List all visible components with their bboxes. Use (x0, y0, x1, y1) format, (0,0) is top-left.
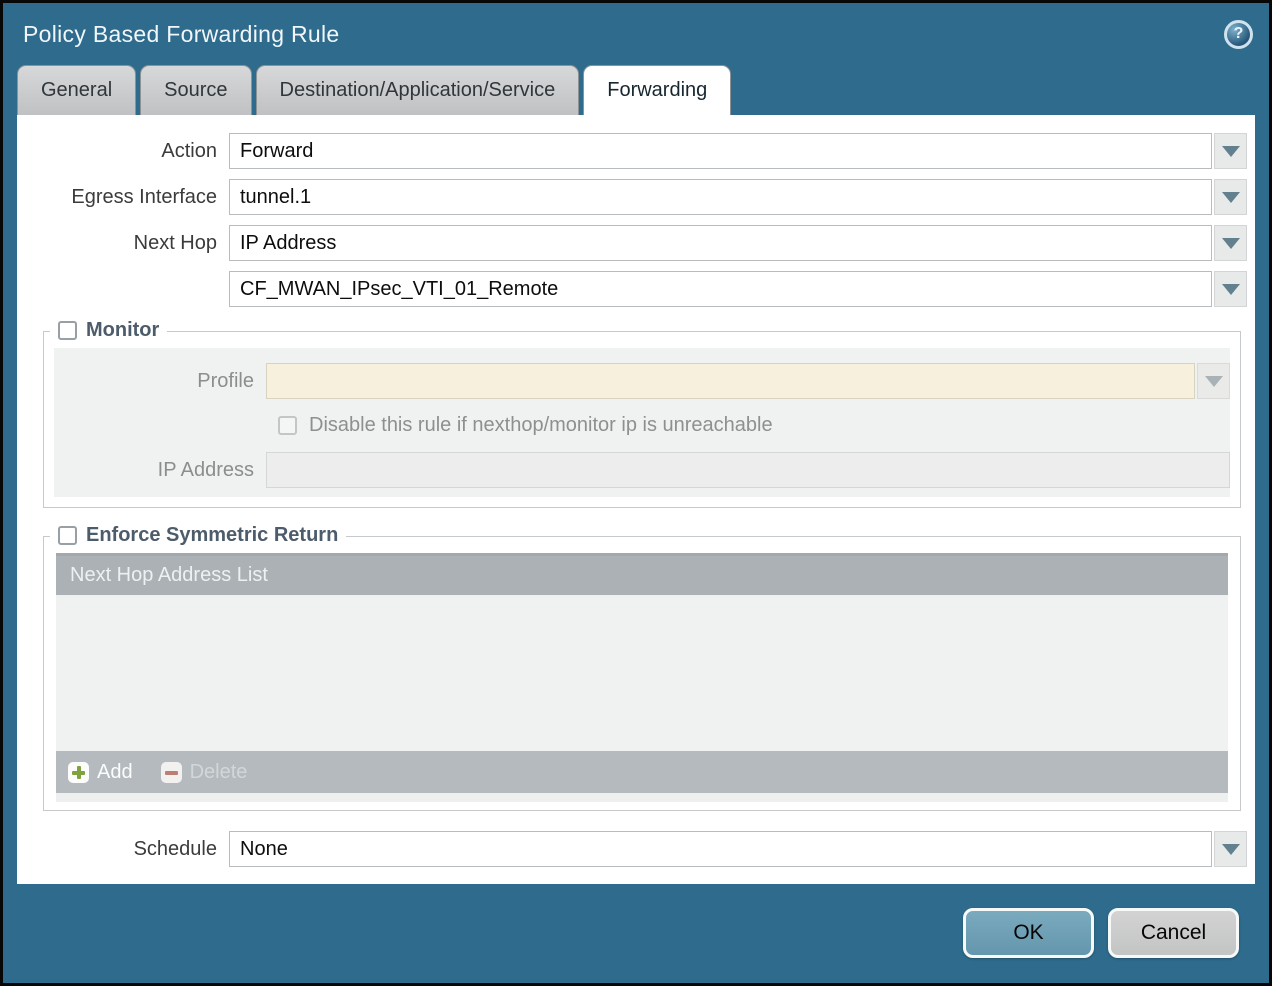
question-mark-icon: ? (1234, 25, 1244, 43)
disable-rule-label: Disable this rule if nexthop/monitor ip … (309, 414, 773, 437)
monitor-ip-address-label: IP Address (54, 459, 266, 482)
monitor-fieldset: Monitor Profile Disable this rule if nex… (43, 331, 1241, 508)
schedule-row: Schedule None (17, 831, 1247, 867)
monitor-panel: Profile Disable this rule if nexthop/mon… (54, 348, 1230, 497)
disable-rule-row: Disable this rule if nexthop/monitor ip … (278, 414, 1230, 437)
schedule-dropdown-button[interactable] (1214, 831, 1247, 867)
monitor-checkbox[interactable] (58, 321, 77, 340)
delete-icon (161, 762, 182, 783)
next-hop-address-dropdown[interactable]: CF_MWAN_IPsec_VTI_01_Remote (229, 271, 1212, 307)
chevron-down-icon (1205, 376, 1223, 387)
enforce-symmetric-return-fieldset: Enforce Symmetric Return Next Hop Addres… (43, 536, 1241, 811)
tab-source[interactable]: Source (140, 65, 251, 115)
profile-row: Profile (54, 363, 1230, 399)
title-bar: Policy Based Forwarding Rule ? (3, 3, 1269, 65)
egress-interface-label: Egress Interface (17, 186, 229, 209)
chevron-down-icon (1222, 844, 1240, 855)
action-dropdown-button[interactable] (1214, 133, 1247, 169)
tab-general[interactable]: General (17, 65, 136, 115)
add-button-label: Add (97, 761, 133, 784)
page-title: Policy Based Forwarding Rule (23, 21, 340, 48)
chevron-down-icon (1222, 146, 1240, 157)
egress-interface-row: Egress Interface tunnel.1 (17, 179, 1247, 215)
action-label: Action (17, 140, 229, 163)
forwarding-tab-panel: Action Forward Egress Interface tunnel.1… (17, 115, 1255, 884)
add-button[interactable]: Add (68, 761, 133, 784)
monitor-legend-label: Monitor (86, 319, 159, 342)
profile-label: Profile (54, 370, 266, 393)
tab-strip: General Source Destination/Application/S… (3, 65, 1269, 115)
tab-destination-application-service[interactable]: Destination/Application/Service (256, 65, 580, 115)
next-hop-row: Next Hop IP Address (17, 225, 1247, 261)
next-hop-address-list-body (56, 595, 1228, 751)
cancel-button[interactable]: Cancel (1108, 908, 1239, 958)
schedule-dropdown[interactable]: None (229, 831, 1212, 867)
profile-dropdown (266, 363, 1195, 399)
profile-dropdown-button (1197, 363, 1230, 399)
egress-interface-dropdown-button[interactable] (1214, 179, 1247, 215)
table-bottom-strip (56, 793, 1228, 802)
next-hop-label: Next Hop (17, 232, 229, 255)
chevron-down-icon (1222, 238, 1240, 249)
monitor-ip-address-row: IP Address (54, 452, 1230, 488)
next-hop-address-list-table: Next Hop Address List Add Delete (56, 553, 1228, 793)
tab-forwarding[interactable]: Forwarding (583, 65, 731, 115)
monitor-legend: Monitor (50, 319, 167, 342)
next-hop-address-dropdown-button[interactable] (1214, 271, 1247, 307)
chevron-down-icon (1222, 192, 1240, 203)
delete-button-label: Delete (190, 761, 248, 784)
ok-button[interactable]: OK (963, 908, 1094, 958)
help-button[interactable]: ? (1224, 20, 1253, 49)
chevron-down-icon (1222, 284, 1240, 295)
dialog-footer: OK Cancel (3, 884, 1269, 983)
enforce-symmetric-return-label: Enforce Symmetric Return (86, 524, 338, 547)
action-row: Action Forward (17, 133, 1247, 169)
next-hop-address-row: CF_MWAN_IPsec_VTI_01_Remote (17, 271, 1247, 307)
policy-based-forwarding-dialog: Policy Based Forwarding Rule ? General S… (3, 3, 1269, 983)
enforce-symmetric-return-legend: Enforce Symmetric Return (50, 524, 346, 547)
next-hop-address-list-toolbar: Add Delete (56, 751, 1228, 793)
egress-interface-dropdown[interactable]: tunnel.1 (229, 179, 1212, 215)
disable-rule-checkbox (278, 416, 297, 435)
next-hop-type-dropdown-button[interactable] (1214, 225, 1247, 261)
next-hop-type-dropdown[interactable]: IP Address (229, 225, 1212, 261)
action-dropdown[interactable]: Forward (229, 133, 1212, 169)
next-hop-address-list-header: Next Hop Address List (56, 553, 1228, 595)
enforce-symmetric-return-checkbox[interactable] (58, 526, 77, 545)
add-icon (68, 762, 89, 783)
monitor-ip-address-input (266, 452, 1230, 488)
delete-button: Delete (161, 761, 248, 784)
schedule-label: Schedule (17, 838, 229, 861)
